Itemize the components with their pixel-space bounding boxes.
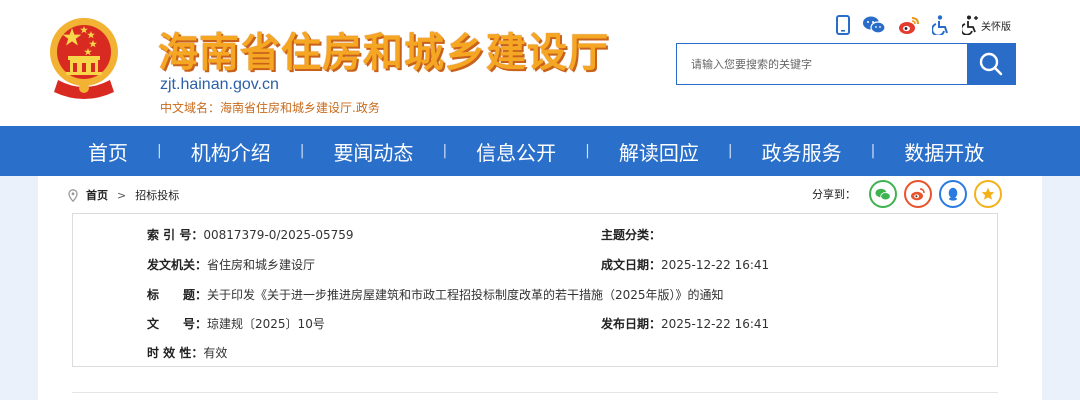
meta-value: 关于印发《关于进一步推进房屋建筑和市政工程招投标制度改革的若干措施（2025年版… bbox=[207, 288, 724, 302]
mobile-icon[interactable] bbox=[836, 14, 850, 36]
care-mode-label: 关怀版 bbox=[981, 21, 1011, 33]
care-mode-button[interactable]: 关怀版 bbox=[962, 14, 1011, 36]
meta-value: 有效 bbox=[203, 346, 228, 360]
nav-separator: | bbox=[157, 143, 162, 159]
meta-written-date: 成文日期：2025-12-22 16:41 bbox=[601, 256, 769, 273]
meta-label: 时 效 性： bbox=[147, 346, 204, 360]
search-icon bbox=[979, 52, 1003, 76]
meta-value: 琼建规〔2025〕10号 bbox=[207, 317, 325, 331]
location-icon bbox=[68, 188, 78, 202]
weibo-icon[interactable] bbox=[898, 14, 920, 36]
search-button[interactable] bbox=[967, 44, 1015, 84]
share-bar: 分享到： bbox=[812, 180, 1002, 208]
meta-label: 主题分类： bbox=[601, 228, 662, 242]
share-qq-button[interactable] bbox=[939, 180, 967, 208]
nav-separator: | bbox=[727, 143, 733, 159]
weibo-icon bbox=[911, 188, 925, 201]
nav-item-home[interactable]: 首页 bbox=[88, 137, 128, 166]
meta-issuer: 发文机关：省住房和城乡建设厅 bbox=[147, 256, 315, 273]
meta-label: 成文日期： bbox=[601, 258, 662, 272]
wechat-icon[interactable] bbox=[862, 14, 886, 36]
site-chinese-domain: 中文域名：海南省住房和城乡建设厅.政务 bbox=[160, 101, 380, 115]
meta-index-no: 索 引 号：00817379-0/2025-05759 bbox=[147, 226, 354, 243]
share-wechat-button[interactable] bbox=[869, 180, 897, 208]
meta-label: 标 题： bbox=[147, 288, 208, 302]
accessibility-icon[interactable] bbox=[932, 14, 950, 36]
breadcrumb-current[interactable]: 招标投标 bbox=[135, 187, 179, 203]
header-tools: 关怀版 bbox=[836, 14, 1011, 36]
nav-separator: | bbox=[442, 143, 448, 159]
share-qzone-button[interactable] bbox=[974, 180, 1002, 208]
meta-doc-no: 文 号：琼建规〔2025〕10号 bbox=[147, 315, 325, 332]
nav-item-about[interactable]: 机构介绍 bbox=[191, 137, 271, 166]
meta-topic: 主题分类： bbox=[601, 226, 661, 243]
wechat-icon bbox=[875, 188, 891, 200]
qzone-star-icon bbox=[981, 187, 995, 200]
site-header: 海南省住房和城乡建设厅 zjt.hainan.gov.cn 中文域名：海南省住房… bbox=[0, 0, 1080, 126]
nav-item-services[interactable]: 政务服务 bbox=[762, 137, 842, 166]
meta-validity: 时 效 性：有效 bbox=[147, 344, 227, 361]
meta-label: 文 号： bbox=[147, 317, 208, 331]
meta-title: 标 题：关于印发《关于进一步推进房屋建筑和市政工程招投标制度改革的若干措施（20… bbox=[147, 286, 724, 303]
meta-label: 索 引 号： bbox=[147, 228, 204, 242]
search-input[interactable] bbox=[677, 44, 969, 84]
nav-item-news[interactable]: 要闻动态 bbox=[333, 137, 413, 166]
nav-separator: | bbox=[585, 143, 590, 159]
share-weibo-button[interactable] bbox=[904, 180, 932, 208]
nav-item-disclosure[interactable]: 信息公开 bbox=[476, 137, 556, 166]
qq-icon bbox=[948, 187, 958, 201]
site-domain: zjt.hainan.gov.cn bbox=[160, 76, 279, 93]
chevron-right-icon: > bbox=[117, 188, 127, 202]
care-mode-icon bbox=[962, 15, 978, 35]
main-nav: 首页 | 机构介绍 | 要闻动态 | 信息公开 | 解读回应 | 政务服务 | … bbox=[0, 126, 1080, 176]
search-box bbox=[676, 43, 1016, 85]
meta-value: 2025-12-22 16:41 bbox=[661, 317, 770, 331]
site-title: 海南省住房和城乡建设厅 bbox=[158, 30, 609, 76]
nav-item-interpretation[interactable]: 解读回应 bbox=[619, 137, 699, 166]
nav-separator: | bbox=[299, 143, 305, 159]
divider bbox=[72, 392, 998, 393]
document-meta-table: 索 引 号：00817379-0/2025-05759 主题分类： 发文机关：省… bbox=[72, 213, 998, 367]
breadcrumb-home[interactable]: 首页 bbox=[86, 187, 108, 203]
meta-value: 2025-12-22 16:41 bbox=[661, 258, 770, 272]
meta-publish-date: 发布日期：2025-12-22 16:41 bbox=[601, 315, 769, 332]
nav-separator: | bbox=[870, 143, 876, 159]
content-panel: 首页 > 招标投标 分享到： 索 引 号：00817379-0/2025-057… bbox=[38, 176, 1042, 400]
meta-label: 发布日期： bbox=[601, 317, 662, 331]
meta-value: 00817379-0/2025-05759 bbox=[203, 228, 354, 242]
breadcrumb: 首页 > 招标投标 bbox=[68, 186, 179, 204]
national-emblem-icon bbox=[50, 18, 118, 99]
meta-value: 省住房和城乡建设厅 bbox=[207, 258, 316, 272]
meta-label: 发文机关： bbox=[147, 258, 208, 272]
nav-item-open-data[interactable]: 数据开放 bbox=[904, 137, 984, 166]
share-label: 分享到： bbox=[812, 188, 856, 201]
